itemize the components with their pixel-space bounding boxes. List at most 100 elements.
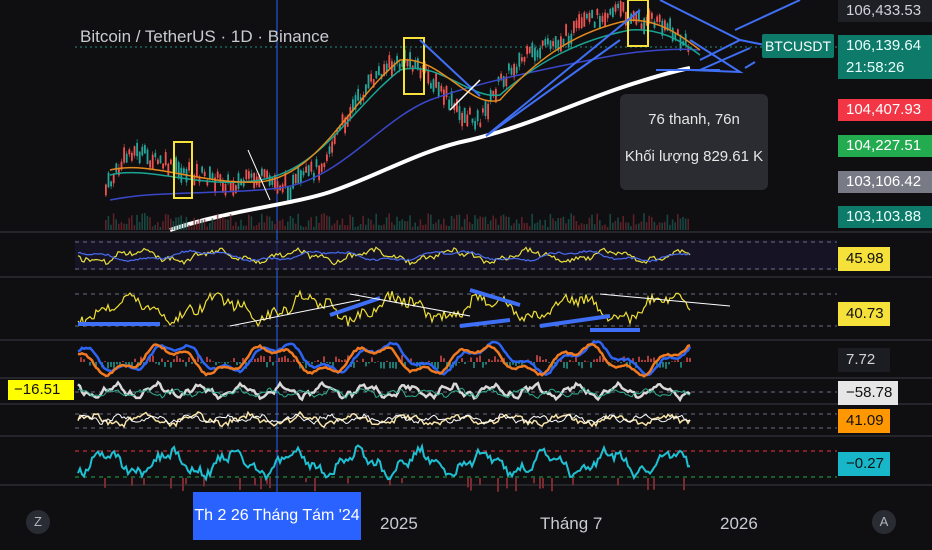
volume-bar: [432, 223, 435, 230]
cci-hist-bar: [467, 478, 469, 488]
volume-bar: [242, 225, 245, 230]
volume-bar: [588, 217, 591, 230]
macd-hist-bar: [236, 362, 238, 366]
macd-hist-bar: [176, 355, 178, 362]
macd-hist-bar: [638, 356, 640, 362]
macd-hist-bar: [260, 355, 262, 362]
volume-bar: [133, 225, 136, 230]
macd-hist-bar: [461, 358, 463, 362]
volume-bar: [274, 223, 276, 230]
volume-bar: [562, 216, 565, 230]
macd-hist-bar: [443, 358, 445, 362]
volume-bar: [175, 217, 177, 230]
volume-bar: [619, 222, 622, 230]
volume-bar: [419, 219, 422, 230]
auto-scale-toggle-button[interactable]: A: [872, 510, 896, 534]
volume-bar: [183, 221, 185, 230]
macd-hist-bar: [83, 359, 85, 362]
volume-bar: [315, 216, 318, 230]
macd-hist-bar: [365, 362, 367, 367]
volume-bar: [536, 222, 539, 230]
macd-hist-bar: [584, 360, 586, 362]
macd-hist-bar: [167, 360, 169, 362]
macd-hist-bar: [254, 358, 256, 362]
volume-bar: [666, 214, 669, 230]
cci-hist-bar: [617, 478, 619, 486]
cci-hist-bar: [542, 478, 544, 489]
bar-range-tooltip: 76 thanh, 76n Khối lượng 829.61 K: [620, 94, 768, 190]
cci-hist-bar: [539, 478, 541, 489]
macd-hist-bar: [104, 361, 106, 362]
volume-bar: [502, 214, 505, 230]
volume-bar: [456, 214, 458, 230]
macd-hist-bar: [272, 362, 274, 366]
tooltip-volume: Khối lượng 829.61 K: [624, 148, 764, 165]
volume-bar: [105, 219, 107, 230]
chart-canvas[interactable]: [0, 0, 932, 550]
cci-hist-bar: [203, 478, 205, 487]
cci-hist-bar: [479, 478, 481, 485]
cci-hist-bar: [653, 478, 655, 490]
volume-bar: [508, 217, 510, 230]
volume-bar: [575, 221, 578, 230]
volume-bar: [583, 224, 585, 230]
macd-hist-bar: [215, 362, 217, 366]
volume-bar: [492, 215, 494, 230]
macd-hist-bar: [488, 358, 490, 362]
macd-hist-bar: [269, 356, 271, 362]
volume-bar: [406, 221, 409, 230]
volume-bar: [627, 222, 630, 230]
volume-bar: [638, 223, 640, 230]
volume-bar: [414, 222, 416, 230]
volume-bar: [235, 222, 237, 230]
volume-bar: [198, 219, 201, 230]
macd-hist-bar: [593, 359, 595, 362]
countdown-label: 21:58:26: [838, 57, 932, 79]
cci-hist-bar: [314, 478, 316, 492]
volume-bar: [341, 218, 344, 230]
macd-hist-bar: [362, 358, 364, 362]
volume-bar: [534, 223, 536, 230]
volume-bar: [489, 220, 492, 230]
macd-hist-bar: [317, 359, 319, 362]
volume-bar: [430, 214, 432, 230]
macd-hist-bar: [377, 361, 379, 362]
volume-bar: [367, 218, 370, 230]
macd-hist-bar: [290, 361, 292, 362]
macd-hist-bar: [353, 362, 355, 368]
log-scale-toggle-button[interactable]: Z: [26, 510, 50, 534]
macd-hist-bar: [287, 358, 289, 362]
volume-bar: [170, 218, 172, 230]
volume-bar: [479, 216, 481, 230]
macd-hist-bar: [491, 360, 493, 362]
macd-hist-bar: [497, 359, 499, 362]
volume-bar: [422, 225, 424, 230]
price-label-gray: 103,106.42: [838, 171, 932, 193]
volume-bar: [466, 214, 468, 230]
symbol-badge[interactable]: BTCUSDT: [762, 34, 834, 58]
crosshair-date-label: Th 2 26 Tháng Tám '24: [193, 492, 361, 540]
volume-bar: [268, 216, 271, 230]
cci-hist-bar: [305, 478, 307, 483]
macd-hist-bar: [413, 362, 415, 363]
macd-hist-bar: [173, 359, 175, 362]
cci-hist-bar: [260, 478, 262, 490]
volume-bar: [552, 218, 554, 230]
macd-hist-bar: [572, 361, 574, 362]
volume-bar: [448, 226, 450, 230]
volume-bar: [544, 219, 546, 230]
volume-bar: [664, 221, 666, 230]
macd-hist-bar: [380, 362, 382, 369]
volume-bar: [237, 226, 240, 230]
volume-bar: [261, 213, 263, 230]
macd-hist-bar: [395, 362, 397, 369]
volume-bar: [193, 217, 195, 230]
macd-hist-bar: [164, 362, 166, 368]
osc-left-label: −16.51: [8, 380, 74, 400]
macd-hist-bar: [428, 360, 430, 362]
macd-hist-bar: [437, 362, 439, 369]
volume-bar: [463, 218, 466, 230]
macd-hist-bar: [161, 358, 163, 362]
volume-bar: [365, 224, 367, 230]
volume-bar: [635, 224, 637, 230]
